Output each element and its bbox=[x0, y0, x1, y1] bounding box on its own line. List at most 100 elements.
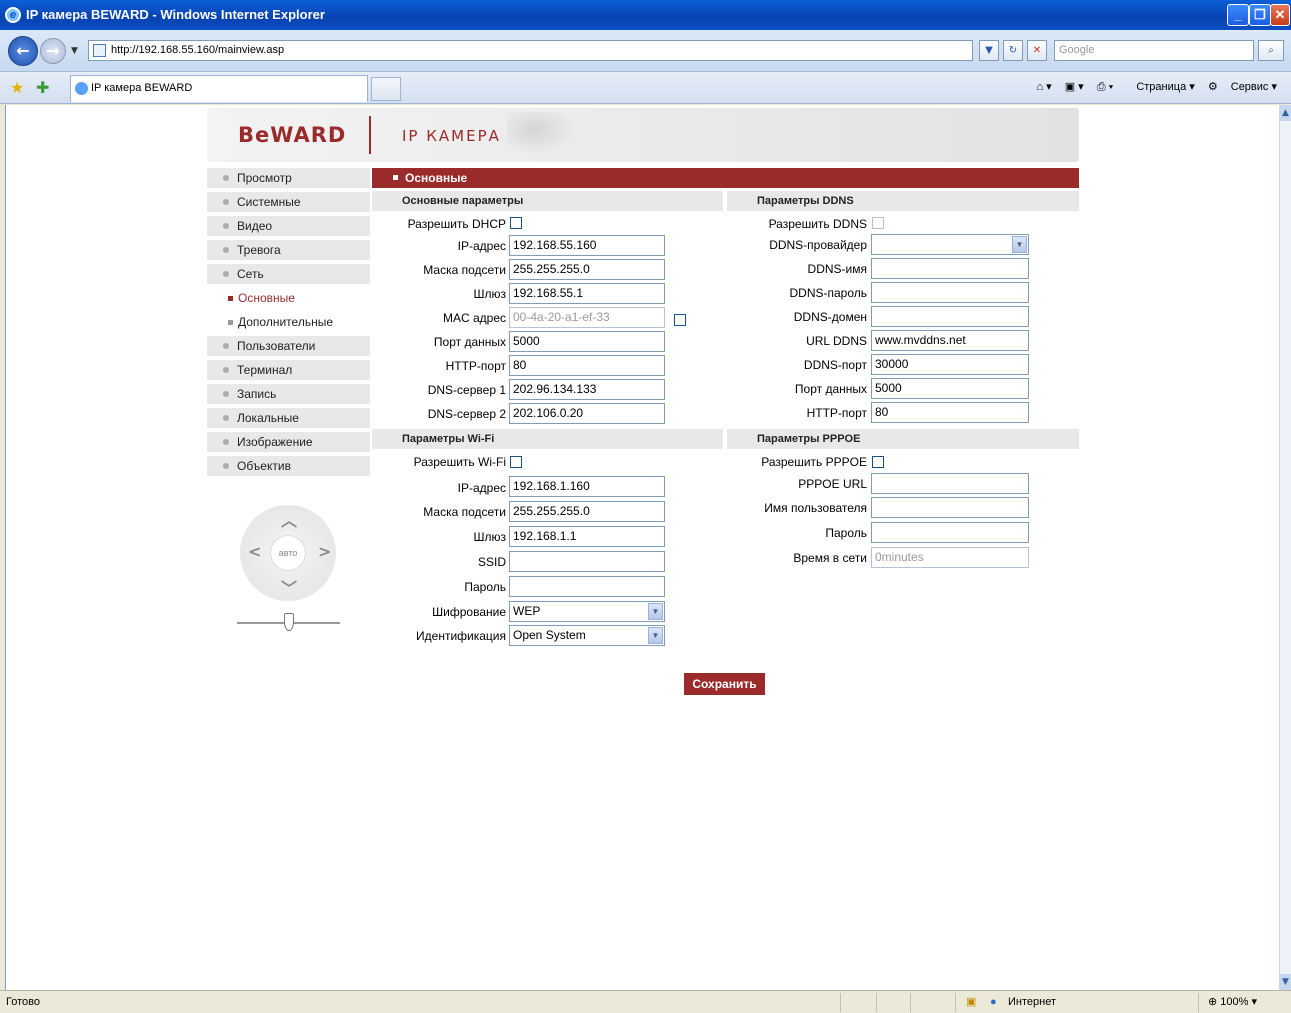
title-bullet bbox=[393, 175, 398, 180]
dhcp-label: Разрешить DHCP bbox=[407, 217, 506, 231]
ptz-up-icon[interactable]: ︿ bbox=[281, 507, 297, 531]
favorites-star-icon[interactable]: ★ bbox=[10, 78, 24, 97]
gateway-input[interactable]: 192.168.55.1 bbox=[509, 283, 665, 304]
history-dropdown-icon[interactable]: ▼ bbox=[71, 46, 78, 56]
wifi-gateway-input[interactable]: 192.168.1.1 bbox=[509, 526, 665, 547]
back-button[interactable]: ← bbox=[8, 36, 38, 66]
ddns-password-input[interactable] bbox=[871, 282, 1029, 303]
new-tab-button[interactable] bbox=[371, 77, 401, 101]
ddns-enable-checkbox[interactable] bbox=[872, 217, 884, 229]
ip-label: IP-адрес bbox=[457, 239, 506, 253]
ddns-enable-label: Разрешить DDNS bbox=[768, 217, 867, 231]
minimize-button[interactable]: _ bbox=[1227, 4, 1249, 26]
pppoe-url-label: PPPOE URL bbox=[798, 477, 867, 491]
encryption-label: Шифрование bbox=[432, 605, 506, 619]
menu-item-network-advanced[interactable]: Дополнительные bbox=[207, 312, 370, 332]
ddns-name-input[interactable] bbox=[871, 258, 1029, 279]
ptz-down-icon[interactable]: ﹀ bbox=[281, 575, 297, 599]
pppoe-password-input[interactable] bbox=[871, 522, 1029, 543]
ptz-left-icon[interactable]: < bbox=[248, 542, 261, 561]
mac-input: 00-4a-20-a1-ef-33 bbox=[509, 307, 665, 328]
pppoe-user-input[interactable] bbox=[871, 497, 1029, 518]
pppoe-url-input[interactable] bbox=[871, 473, 1029, 494]
wifi-enable-label: Разрешить Wi-Fi bbox=[413, 455, 506, 469]
ddns-domain-label: DDNS-домен bbox=[793, 310, 867, 324]
mac-checkbox[interactable] bbox=[674, 314, 686, 326]
menu-item-system[interactable]: Системные bbox=[207, 192, 370, 212]
menu-item-video[interactable]: Видео bbox=[207, 216, 370, 236]
http-port-input[interactable]: 80 bbox=[509, 355, 665, 376]
data-port-input[interactable]: 5000 bbox=[509, 331, 665, 352]
menu-item-terminal[interactable]: Терминал bbox=[207, 360, 370, 380]
close-button[interactable]: ✕ bbox=[1270, 4, 1290, 26]
menu-item-view[interactable]: Просмотр bbox=[207, 168, 370, 188]
dns1-input[interactable]: 202.96.134.133 bbox=[509, 379, 665, 400]
ip-input[interactable]: 192.168.55.160 bbox=[509, 235, 665, 256]
menu-item-network[interactable]: Сеть bbox=[207, 264, 370, 284]
ddns-domain-input[interactable] bbox=[871, 306, 1029, 327]
maximize-button[interactable]: ❐ bbox=[1249, 4, 1271, 26]
encryption-select[interactable]: WEP ▼ bbox=[509, 601, 665, 622]
tab-bar: ★ ✚ IP камера BEWARD ⌂ ▾ ▣ ▾ ⎙ ▾ Страниц… bbox=[0, 72, 1291, 104]
ddns-data-port-input[interactable]: 5000 bbox=[871, 378, 1029, 399]
protected-mode-icon[interactable]: ▣ bbox=[966, 991, 976, 1013]
wifi-ip-input[interactable]: 192.168.1.160 bbox=[509, 476, 665, 497]
mask-label: Маска подсети bbox=[423, 263, 506, 277]
menu-item-image[interactable]: Изображение bbox=[207, 432, 370, 452]
vertical-scrollbar[interactable]: ▲ ▼ bbox=[1279, 105, 1291, 990]
stop-button[interactable]: ✕ bbox=[1027, 40, 1047, 61]
wifi-password-input[interactable] bbox=[509, 576, 665, 597]
ddns-provider-select[interactable]: ▼ bbox=[871, 234, 1029, 255]
page-menu[interactable]: Страница ▾ bbox=[1126, 81, 1194, 93]
status-divider bbox=[955, 993, 956, 1012]
ddns-port-label: DDNS-порт bbox=[803, 358, 867, 372]
ddns-port-input[interactable]: 30000 bbox=[871, 354, 1029, 375]
menu-item-alarm[interactable]: Тревога bbox=[207, 240, 370, 260]
menu-item-lens[interactable]: Объектив bbox=[207, 456, 370, 476]
save-button[interactable]: Сохранить bbox=[684, 673, 765, 695]
print-icon[interactable]: ⎙ ▾ bbox=[1097, 81, 1113, 93]
zoom-level[interactable]: ⊕ 100% ▾ bbox=[1208, 991, 1257, 1013]
add-favorites-icon[interactable]: ✚ bbox=[36, 78, 49, 97]
page-title: Основные bbox=[372, 168, 1079, 188]
http-port-label: HTTP-порт bbox=[445, 359, 506, 373]
scroll-up-icon[interactable]: ▲ bbox=[1280, 105, 1291, 121]
tab-camera[interactable]: IP камера BEWARD bbox=[70, 75, 368, 102]
wifi-mask-input[interactable]: 255.255.255.0 bbox=[509, 501, 665, 522]
search-button[interactable]: ⌕ bbox=[1258, 40, 1284, 61]
tools-menu[interactable]: ⚙ Сервис ▾ bbox=[1208, 81, 1277, 93]
ptz-auto-button[interactable]: авто bbox=[270, 535, 306, 571]
status-divider bbox=[840, 993, 841, 1012]
refresh-button[interactable]: ↻ bbox=[1003, 40, 1023, 61]
ddns-url-input[interactable]: www.mvddns.net bbox=[871, 330, 1029, 351]
feeds-icon[interactable]: ▣ ▾ bbox=[1065, 81, 1084, 93]
dns2-input[interactable]: 202.106.0.20 bbox=[509, 403, 665, 424]
page-content: BeWARD IP КАМЕРА Просмотр Системные Виде… bbox=[5, 105, 1279, 990]
scroll-down-icon[interactable]: ▼ bbox=[1280, 974, 1291, 990]
forward-button[interactable]: → bbox=[40, 38, 66, 64]
chevron-down-icon: ▼ bbox=[648, 627, 663, 644]
globe-icon: ● bbox=[990, 996, 997, 1008]
wifi-enable-checkbox[interactable] bbox=[510, 456, 522, 468]
pppoe-enable-checkbox[interactable] bbox=[872, 456, 884, 468]
zoom-slider-handle[interactable] bbox=[284, 613, 294, 631]
menu-item-users[interactable]: Пользователи bbox=[207, 336, 370, 356]
url-dropdown-button[interactable]: ▼ bbox=[979, 40, 999, 61]
menu-item-network-basic[interactable]: Основные bbox=[207, 288, 370, 308]
ptz-right-icon[interactable]: > bbox=[318, 542, 331, 561]
ddns-http-port-input[interactable]: 80 bbox=[871, 402, 1029, 423]
mask-input[interactable]: 255.255.255.0 bbox=[509, 259, 665, 280]
pppoe-password-label: Пароль bbox=[825, 526, 867, 540]
dhcp-checkbox[interactable] bbox=[510, 217, 522, 229]
ptz-control: ︿ ﹀ < > авто bbox=[240, 505, 336, 601]
address-bar: ← → ▼ http://192.168.55.160/mainview.asp… bbox=[0, 30, 1291, 72]
menu-item-local[interactable]: Локальные bbox=[207, 408, 370, 428]
search-input[interactable]: Google bbox=[1054, 40, 1254, 61]
ddns-provider-label: DDNS-провайдер bbox=[769, 238, 867, 252]
home-icon[interactable]: ⌂ ▾ bbox=[1036, 81, 1051, 93]
ssid-input[interactable] bbox=[509, 551, 665, 572]
menu-item-record[interactable]: Запись bbox=[207, 384, 370, 404]
auth-select[interactable]: Open System ▼ bbox=[509, 625, 665, 646]
browser-window: e IP камера BEWARD - Windows Internet Ex… bbox=[0, 0, 1291, 1013]
url-input[interactable]: http://192.168.55.160/mainview.asp bbox=[88, 40, 973, 61]
